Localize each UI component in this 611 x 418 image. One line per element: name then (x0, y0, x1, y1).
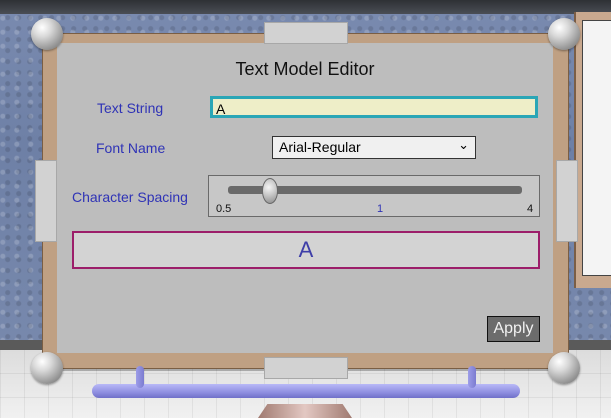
rail-post-left (136, 366, 144, 388)
right-drag-handle[interactable] (556, 160, 578, 242)
character-spacing-label: Character Spacing (72, 189, 188, 205)
base-rail (92, 384, 520, 398)
corner-resize-handle-bottom-left[interactable] (31, 352, 63, 384)
background-side-panel (582, 20, 611, 276)
background-ceiling (0, 0, 611, 14)
chevron-down-icon: ⌄ (458, 137, 469, 152)
text-preview: A (72, 231, 540, 269)
editor-title: Text Model Editor (235, 59, 375, 79)
bottom-drag-handle[interactable] (264, 357, 348, 379)
font-name-select[interactable]: Arial-Regular ⌄ (272, 136, 476, 159)
corner-resize-handle-top-right[interactable] (548, 18, 580, 50)
text-string-label: Text String (97, 100, 164, 116)
font-name-label: Font Name (96, 140, 166, 156)
slider-thumb[interactable] (262, 178, 278, 204)
slider-min-value: 0.5 (216, 203, 232, 215)
font-name-value: Arial-Regular (279, 139, 361, 155)
left-drag-handle[interactable] (35, 160, 57, 242)
base-stand (258, 404, 352, 418)
rail-post-right (468, 366, 476, 388)
slider-max-value: 4 (527, 203, 534, 215)
apply-button[interactable]: Apply (487, 316, 540, 342)
text-string-input[interactable]: A (210, 96, 538, 118)
character-spacing-slider[interactable] (208, 175, 540, 217)
vr-scene: Text Model Editor Text String A Font Nam… (0, 0, 611, 418)
corner-resize-handle-top-left[interactable] (31, 18, 63, 50)
corner-resize-handle-bottom-right[interactable] (548, 352, 580, 384)
top-drag-handle[interactable] (264, 22, 348, 44)
slider-current-value: 1 (377, 203, 384, 215)
